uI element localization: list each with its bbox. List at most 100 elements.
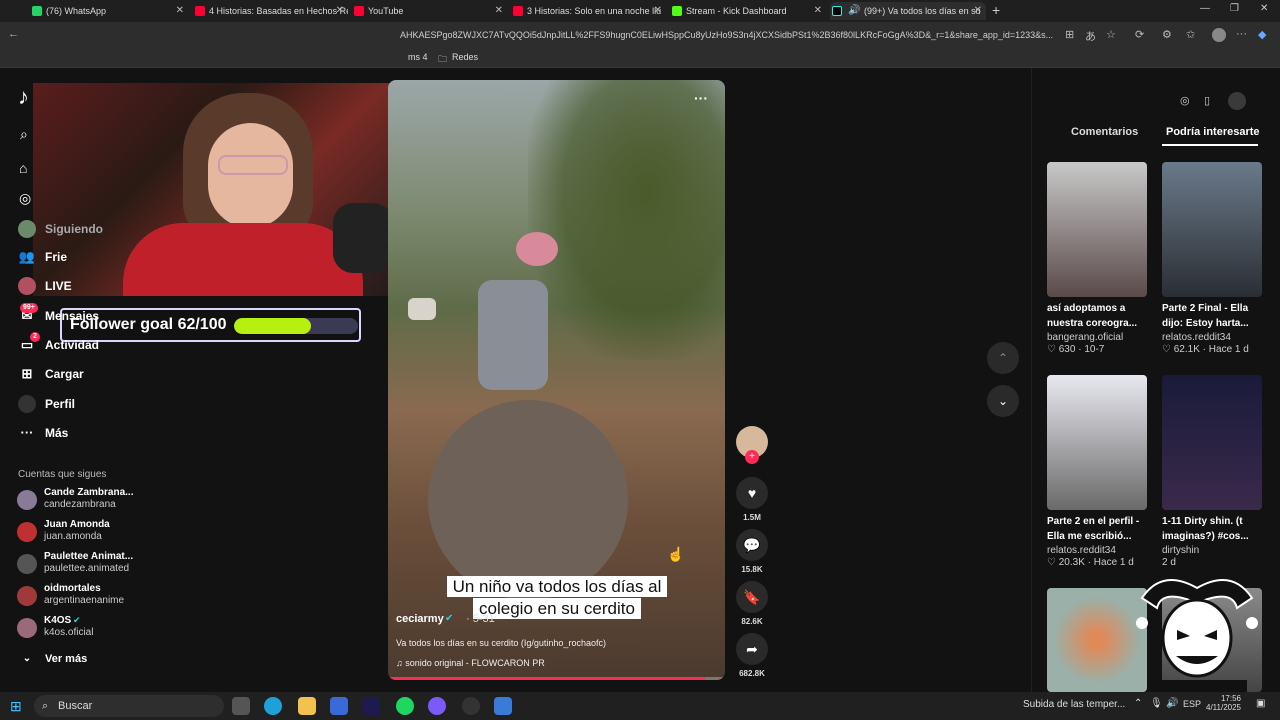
account-name: Paulettee Animat... <box>44 551 134 562</box>
like-button[interactable]: ♥ 1.5M <box>736 477 768 522</box>
clock[interactable]: 17:56 4/11/2025 <box>1206 694 1241 712</box>
obs-icon[interactable] <box>462 697 480 715</box>
youtube-icon <box>195 6 205 16</box>
tab-recommended[interactable]: Podría interesarte <box>1166 126 1260 138</box>
tab-comments[interactable]: Comentarios <box>1071 126 1138 138</box>
volume-icon[interactable]: 🔊 <box>1166 698 1178 709</box>
child-helmet <box>516 232 558 266</box>
tab-tiktok[interactable]: 🔊 (99+) Va todos los días en su ✕ <box>830 2 986 20</box>
followed-accounts-title: Cuentas que sigues <box>18 469 107 480</box>
read-aloud-icon[interactable]: ⊞ <box>1065 28 1074 41</box>
sidebar-item-label: Cargar <box>45 367 84 381</box>
task-view-icon[interactable] <box>232 697 250 715</box>
menu-icon[interactable]: ··· <box>1236 28 1247 40</box>
recommended-card[interactable]: Parte 2 Final - Ella dijo: Estoy harta..… <box>1162 162 1262 355</box>
video-date: · 5-31 <box>466 613 495 625</box>
tab-kick[interactable]: Stream - Kick Dashboard ✕ <box>670 2 826 20</box>
tab-strip: (76) WhatsApp ✕ 4 Historias: Basadas en … <box>0 0 1280 22</box>
spotify-icon[interactable] <box>396 697 414 715</box>
explore-icon[interactable]: ◎ <box>19 190 31 207</box>
search-placeholder: Buscar <box>58 700 93 712</box>
refresh-icon[interactable]: ⟳ <box>1135 28 1144 41</box>
video-sound[interactable]: ♫ sonido original - FLOWCARON PR <box>396 658 545 668</box>
card-user: relatos.reddit34 <box>1162 332 1231 343</box>
speaker-icon[interactable]: 🔊 <box>848 2 860 20</box>
taskbar-search[interactable]: ⌕ Buscar <box>34 695 224 717</box>
premiere-icon[interactable] <box>362 697 380 715</box>
webcam-microphone <box>333 203 393 273</box>
store-icon[interactable] <box>330 697 348 715</box>
tab-youtube[interactable]: YouTube ✕ <box>352 2 507 20</box>
close-window-icon[interactable]: ✕ <box>1260 3 1268 14</box>
language-indicator[interactable]: ESP <box>1183 699 1201 709</box>
tab-historias-4[interactable]: 4 Historias: Basadas en Hechos Re ✕ <box>193 2 348 20</box>
close-icon[interactable]: ✕ <box>336 2 344 20</box>
tab-whatsapp[interactable]: (76) WhatsApp ✕ <box>30 2 188 20</box>
sidebar-item-label: Siguiendo <box>45 222 103 236</box>
close-icon[interactable]: ✕ <box>495 2 503 20</box>
more-options-icon[interactable]: ··· <box>694 90 708 106</box>
card-title: así adoptamos a nuestra coreogra... <box>1047 303 1138 329</box>
avatar[interactable] <box>1228 92 1246 110</box>
video-thumbnail <box>1162 162 1262 297</box>
discord-icon[interactable] <box>428 697 446 715</box>
recommended-card[interactable]: así adoptamos a nuestra coreogra... bang… <box>1047 162 1147 355</box>
follower-goal-fill <box>234 318 311 334</box>
translate-icon[interactable]: あ <box>1085 28 1096 44</box>
home-icon[interactable]: ⌂ <box>19 160 27 176</box>
tab-historias-3[interactable]: 3 Historias: Solo en una noche llu ✕ <box>511 2 666 20</box>
webcam-overlay <box>33 83 409 296</box>
video-progress-bar[interactable] <box>388 677 725 680</box>
next-video-button[interactable]: ⌄ <box>987 385 1019 417</box>
favorite-star-icon[interactable]: ☆ <box>1106 28 1116 41</box>
chevron-up-icon[interactable]: ⌃ <box>1134 698 1142 709</box>
back-icon[interactable]: ← <box>8 28 19 40</box>
edge-icon[interactable] <box>264 697 282 715</box>
video-player[interactable]: ··· Un niño va todos los días al colegio… <box>388 80 725 680</box>
copilot-icon[interactable]: ◆ <box>1258 28 1266 41</box>
follow-plus-icon[interactable]: + <box>745 450 759 464</box>
following-icon <box>18 220 36 238</box>
video-author[interactable]: ceciarmy <box>396 613 444 625</box>
card-title: Parte 2 Final - Ella dijo: Estoy harta..… <box>1162 303 1249 329</box>
bookmark-item[interactable]: ms 4 <box>408 52 428 62</box>
recommended-card[interactable]: Parte 2 en el perfil - Ella me escribió.… <box>1047 375 1147 568</box>
microphone-icon[interactable]: 🎙 <box>1150 698 1163 709</box>
minimize-icon[interactable]: — <box>1200 3 1210 14</box>
mini-player-icon[interactable]: ◎ <box>1180 94 1190 107</box>
app-icon[interactable] <box>494 697 512 715</box>
collections-icon[interactable] <box>1212 28 1226 42</box>
device-icon[interactable]: ▯ <box>1204 94 1210 107</box>
close-icon[interactable]: ✕ <box>974 2 982 20</box>
save-button[interactable]: 🔖 82.6K <box>736 581 768 626</box>
close-icon[interactable]: ✕ <box>176 2 184 20</box>
follower-goal-track <box>234 318 358 334</box>
close-icon[interactable]: ✕ <box>654 2 662 20</box>
recommended-card[interactable]: 1-11 Dirty shin. (t imaginas?) #cos... d… <box>1162 375 1262 568</box>
tab-title: (76) WhatsApp <box>46 6 107 16</box>
account-handle: juan.amonda <box>44 531 102 542</box>
url-field[interactable]: AHKAESPgo8ZWJXC7ATvQQOi5dJnpJitLL%2FFS9h… <box>400 26 1060 44</box>
video-progress-fill <box>388 677 705 680</box>
favorites-icon[interactable]: ✩ <box>1186 28 1195 41</box>
windows-start-icon[interactable]: ⊞ <box>10 698 22 715</box>
notifications-icon[interactable]: ▣ <box>1256 698 1265 709</box>
previous-video-button[interactable]: ⌃ <box>987 342 1019 374</box>
card-user: relatos.reddit34 <box>1047 545 1116 556</box>
folder-icon: 🗀 <box>438 54 448 64</box>
account-handle: candezambrana <box>44 499 116 510</box>
weather-widget[interactable]: Subida de las temper... <box>1023 699 1125 710</box>
tab-title: (99+) Va todos los días en su <box>864 6 981 16</box>
creator-avatar[interactable]: + <box>736 426 768 464</box>
comment-button[interactable]: 💬 15.8K <box>736 529 768 574</box>
extensions-icon[interactable]: ⚙ <box>1162 28 1172 41</box>
share-button[interactable]: ➦ 682.8K <box>736 633 768 678</box>
tiktok-logo-icon[interactable]: ♪ <box>18 84 29 110</box>
file-explorer-icon[interactable] <box>298 697 316 715</box>
close-icon[interactable]: ✕ <box>814 2 822 20</box>
palm-leaves <box>528 80 725 360</box>
search-icon[interactable]: ⌕ <box>20 126 28 143</box>
new-tab-button[interactable]: + <box>992 2 1000 18</box>
maximize-icon[interactable]: ❐ <box>1230 3 1239 14</box>
bookmark-item[interactable]: Redes <box>452 52 478 62</box>
